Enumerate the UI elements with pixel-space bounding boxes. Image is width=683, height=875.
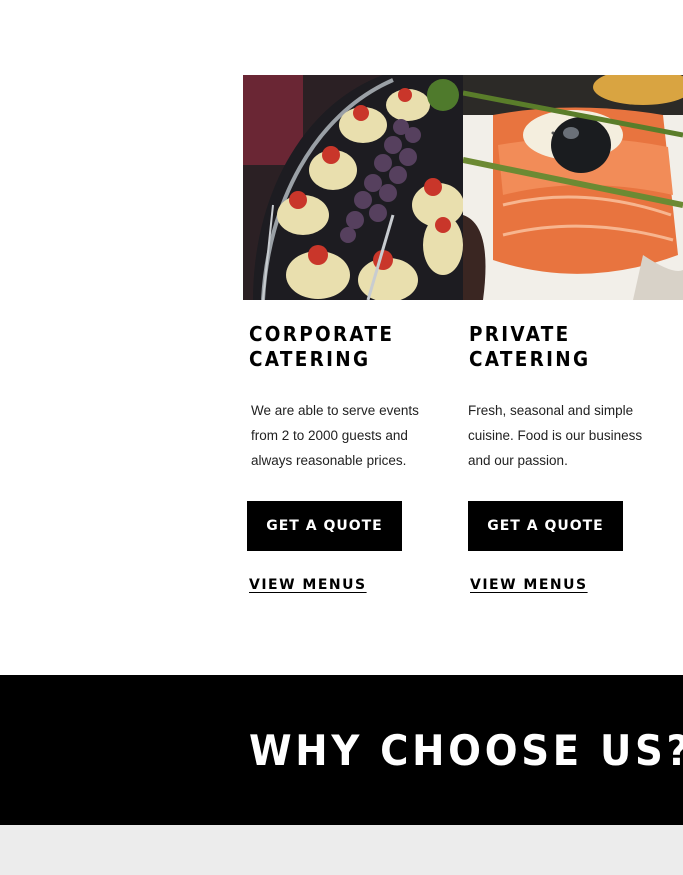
view-menus-link[interactable]: VIEW MENUS — [470, 577, 588, 593]
title-line-1: CORPORATE — [249, 322, 395, 346]
get-a-quote-button[interactable]: GET A QUOTE — [247, 501, 402, 551]
get-a-quote-button[interactable]: GET A QUOTE — [468, 501, 623, 551]
why-choose-us-section: WHY CHOOSE US? — [0, 675, 683, 825]
corporate-catering-card: CORPORATE CATERING We are able to serve … — [243, 75, 463, 594]
card-description: Fresh, seasonal and simple cuisine. Food… — [468, 403, 643, 468]
card-title: PRIVATE CATERING — [469, 322, 653, 372]
title-line-1: PRIVATE — [469, 322, 571, 346]
title-line-2: CATERING — [469, 347, 591, 371]
title-line-2: CATERING — [249, 347, 371, 371]
private-catering-photo — [463, 75, 683, 300]
section-heading: WHY CHOOSE US? — [249, 726, 683, 775]
card-description: We are able to serve events from 2 to 20… — [251, 403, 419, 468]
bottom-section — [0, 825, 683, 875]
private-catering-card: PRIVATE CATERING Fresh, seasonal and sim… — [463, 75, 683, 594]
card-title: CORPORATE CATERING — [249, 322, 433, 372]
view-menus-link[interactable]: VIEW MENUS — [249, 577, 367, 593]
corporate-catering-photo — [243, 75, 463, 300]
